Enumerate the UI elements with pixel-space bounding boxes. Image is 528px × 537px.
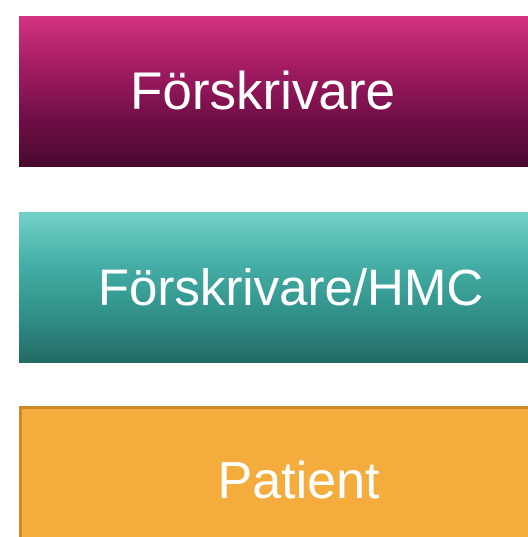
- prescriber-hmc-box: Förskrivare/HMC: [19, 212, 528, 363]
- role-diagram: Förskrivare Förskrivare/HMC Patient: [0, 0, 528, 537]
- patient-box: Patient: [19, 406, 528, 537]
- prescriber-hmc-label: Förskrivare/HMC: [97, 259, 484, 316]
- prescriber-label: Förskrivare: [129, 62, 396, 121]
- prescriber-box: Förskrivare: [19, 16, 528, 167]
- patient-label: Patient: [217, 452, 380, 510]
